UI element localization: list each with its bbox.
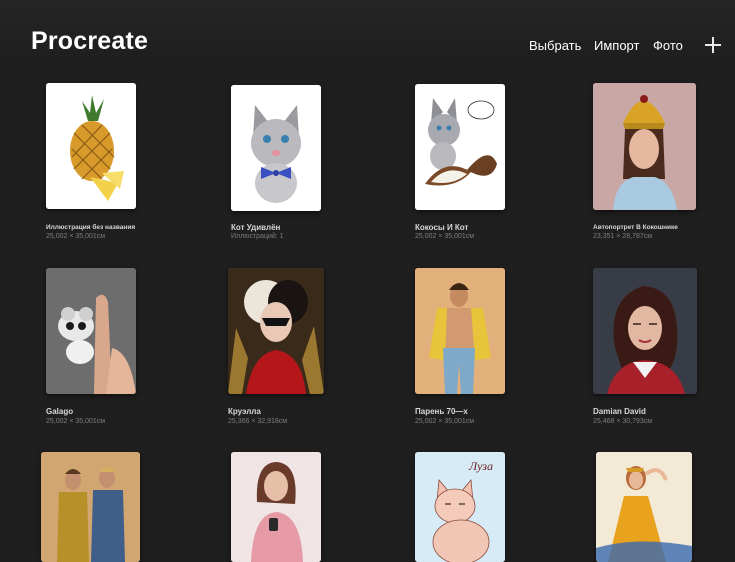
photo-button[interactable]: Фото bbox=[653, 38, 683, 53]
artwork-thumbnail-damian-david[interactable] bbox=[593, 268, 697, 394]
artwork-thumbnail-girl-pink[interactable] bbox=[231, 452, 321, 562]
artwork-subtitle: Иллюстраций: 1 bbox=[231, 233, 284, 240]
artwork-thumbnail-cat-sketch[interactable]: Луза bbox=[415, 452, 505, 562]
artwork-title: Парень 70—х bbox=[415, 407, 468, 416]
artwork-thumbnail-70s-guy[interactable] bbox=[415, 268, 505, 394]
artwork-size: 25,002 × 35,001см bbox=[415, 418, 475, 425]
artwork-size: 23,351 × 28,787см bbox=[593, 233, 653, 240]
artwork-thumbnail-pineapple[interactable] bbox=[46, 83, 136, 209]
artwork-cat-word: Луза bbox=[468, 459, 493, 473]
artwork-title: Автопортрет В Кокошнике bbox=[593, 224, 678, 231]
artwork-title: Иллюстрация без названия bbox=[46, 224, 136, 231]
artwork-thumbnail-galago[interactable] bbox=[46, 268, 136, 394]
artwork-size: 25,002 × 35,001см bbox=[415, 233, 475, 240]
artwork-title: Кокосы И Кот bbox=[415, 223, 469, 232]
artwork-thumbnail-kokoshnik[interactable] bbox=[593, 83, 696, 210]
artwork-thumbnail-70s-duo[interactable] bbox=[41, 452, 140, 562]
app-title: Procreate bbox=[31, 27, 149, 55]
artwork-title: Круэлла bbox=[228, 407, 261, 416]
artwork-size: 25,002 × 35,001см bbox=[46, 418, 106, 425]
artwork-title: Кот Удивлён bbox=[231, 223, 281, 232]
artwork-thumbnail-yellow-dress[interactable] bbox=[596, 452, 692, 562]
new-canvas-plus-icon[interactable] bbox=[705, 37, 721, 53]
artwork-size: 25,366 × 32,918см bbox=[228, 418, 288, 425]
artwork-size: 25,468 × 30,793см bbox=[593, 418, 653, 425]
artwork-thumbnail-cat[interactable] bbox=[231, 85, 321, 211]
artwork-thumbnail-coconut-cat[interactable] bbox=[415, 84, 505, 210]
artwork-title: Galago bbox=[46, 407, 74, 416]
import-button[interactable]: Импорт bbox=[594, 38, 639, 53]
artwork-title: Damian David bbox=[593, 407, 646, 416]
artwork-size: 25,002 × 35,001см bbox=[46, 233, 106, 240]
artwork-thumbnail-cruella[interactable] bbox=[228, 268, 324, 394]
select-button[interactable]: Выбрать bbox=[529, 38, 581, 53]
